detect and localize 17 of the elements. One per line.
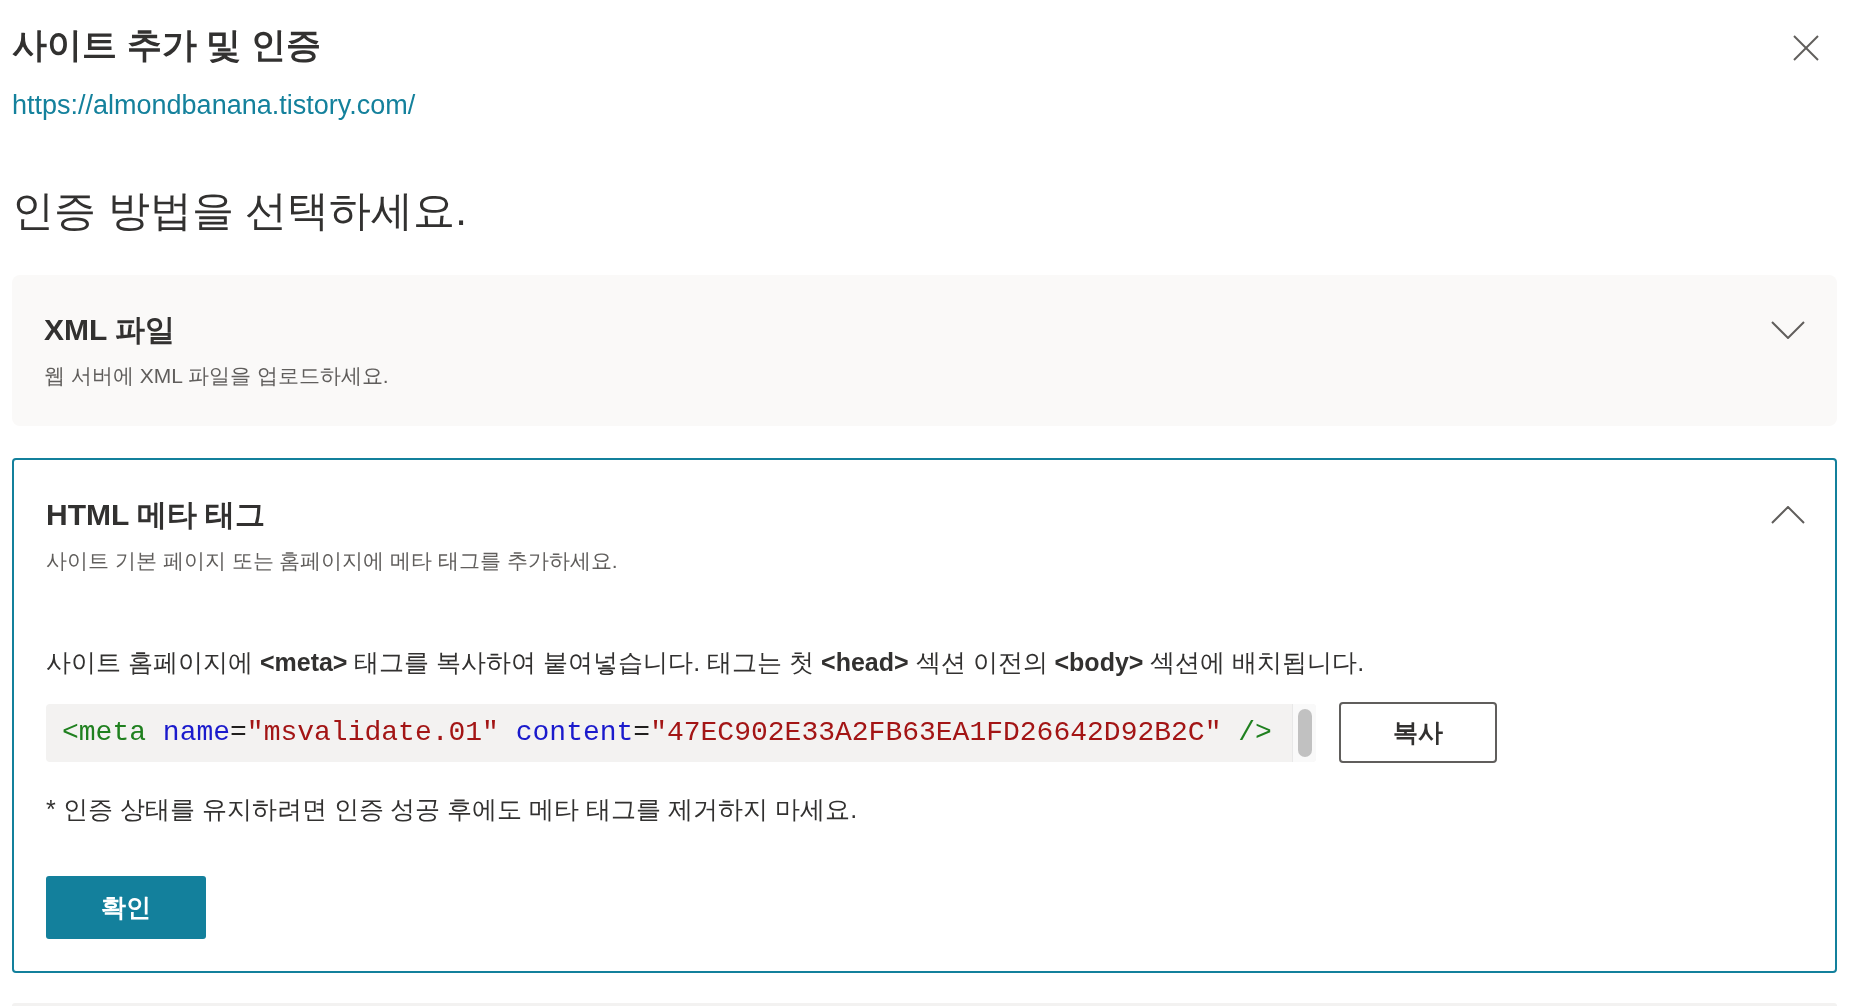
instruction-text: 사이트 홈페이지에 <meta> 태그를 복사하여 붙여넣습니다. 태그는 첫 <head> 섹션 이전의 <body> 섹션에 배치됩니다. <box>46 647 1365 678</box>
accordion-description: 웹 서버에 XML 파일을 업로드하세요. <box>44 363 389 389</box>
chevron-down-icon[interactable] <box>1771 321 1805 339</box>
accordion-title[interactable]: HTML 메타 태그 <box>46 497 266 533</box>
accordion-title[interactable]: XML 파일 <box>44 312 176 348</box>
confirm-button[interactable]: 확인 <box>46 876 206 939</box>
code-text: <meta name="msvalidate.01" content="47EC902E33A2FB63EA1FD26642D92B2C" /> <box>62 715 1272 750</box>
accordion-description: 사이트 기본 페이지 또는 홈페이지에 메타 태그를 추가하세요. <box>46 548 618 574</box>
note-text: * 인증 상태를 유지하려면 인증 성공 후에도 메타 태그를 제거하지 마세요. <box>46 794 858 825</box>
site-url-link[interactable]: https://almondbanana.tistory.com/ <box>12 90 416 120</box>
section-heading: 인증 방법을 선택하세요. <box>12 186 467 236</box>
close-icon <box>1793 35 1819 61</box>
chevron-up-icon[interactable] <box>1771 506 1805 524</box>
close-button[interactable] <box>1793 35 1819 61</box>
dialog-title: 사이트 추가 및 인증 <box>12 24 322 66</box>
copy-button[interactable]: 복사 <box>1339 702 1497 763</box>
scrollbar-thumb[interactable] <box>1297 708 1312 757</box>
